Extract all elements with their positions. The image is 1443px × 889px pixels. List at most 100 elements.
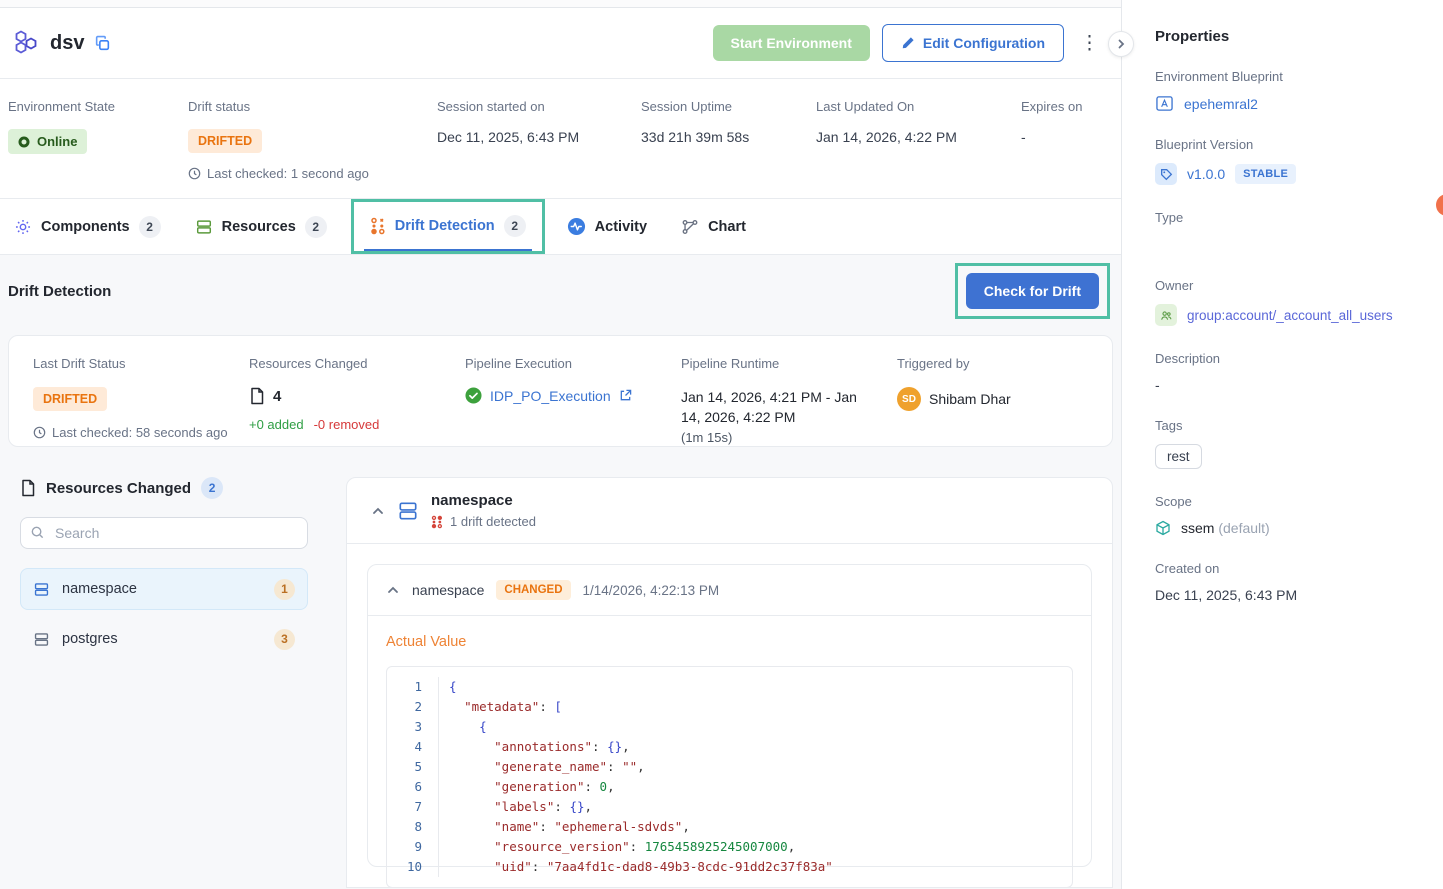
- search-icon: [30, 525, 45, 540]
- last-drift-status-label: Last Drift Status: [33, 356, 249, 371]
- updated-value: Jan 14, 2026, 4:22 PM: [816, 129, 1021, 145]
- tab-components[interactable]: Components 2: [8, 199, 167, 254]
- tag-icon: [1155, 163, 1177, 185]
- resource-item-namespace[interactable]: namespace 1: [20, 568, 308, 610]
- tab-bar: Components 2 Resources 2 Drift Detection…: [0, 199, 1121, 255]
- start-environment-button[interactable]: Start Environment: [713, 25, 870, 61]
- pipeline-execution-link[interactable]: IDP_PO_Execution: [490, 388, 611, 404]
- online-dot-icon: [18, 136, 30, 148]
- gear-icon: [14, 218, 32, 236]
- drift-icon: [431, 515, 443, 529]
- pipeline-runtime-value: Jan 14, 2026, 4:21 PM - Jan 14, 2026, 4:…: [681, 387, 863, 428]
- drift-section-title: Drift Detection: [8, 283, 111, 300]
- prop-blueprint-version: Blueprint Version v1.0.0 STABLE: [1155, 137, 1423, 185]
- prop-tags: Tags rest: [1155, 418, 1423, 469]
- detail-card-body: namespace CHANGED 1/14/2026, 4:22:13 PM …: [347, 544, 1112, 887]
- prop-blueprint-label: Environment Blueprint: [1155, 69, 1423, 84]
- prop-owner-link[interactable]: group:account/_account_all_users: [1187, 308, 1393, 323]
- prop-environment-blueprint: Environment Blueprint epehemral2: [1155, 69, 1423, 112]
- chevron-up-icon[interactable]: [371, 504, 385, 518]
- cube-icon: [1155, 520, 1171, 536]
- drift-detection-content: Drift Detection Check for Drift Last Dri…: [0, 255, 1121, 889]
- uptime-field: Session Uptime 33d 21h 39m 58s: [641, 99, 816, 198]
- page-title: dsv: [50, 32, 84, 55]
- prop-blueprint-link[interactable]: epehemral2: [1184, 96, 1258, 112]
- drift-status-field: Drift status DRIFTED Last checked: 1 sec…: [188, 99, 437, 198]
- prop-description: Description -: [1155, 351, 1423, 393]
- tab-resources[interactable]: Resources 2: [189, 199, 333, 254]
- prop-version-link[interactable]: v1.0.0: [1187, 166, 1225, 182]
- prop-created-value: Dec 11, 2025, 6:43 PM: [1155, 587, 1423, 603]
- properties-title: Properties: [1155, 28, 1423, 45]
- session-start-value: Dec 11, 2025, 6:43 PM: [437, 129, 641, 145]
- tab-activity[interactable]: Activity: [561, 199, 653, 254]
- tab-drift-detection[interactable]: Drift Detection 2: [364, 202, 532, 251]
- drift-detected-text: 1 drift detected: [450, 514, 536, 529]
- resource-item-name: namespace: [62, 581, 262, 597]
- actual-value-title: Actual Value: [386, 634, 1073, 650]
- tab-drift-detection-count: 2: [504, 215, 526, 237]
- code-line: 9 "resource_version": 176545892524500700…: [387, 837, 1072, 857]
- drift-tab-annotation-box: Drift Detection 2: [351, 199, 545, 254]
- drift-detected-row: 1 drift detected: [431, 514, 536, 529]
- env-state-label: Environment State: [8, 99, 188, 114]
- drift-section-header: Drift Detection Check for Drift: [8, 265, 1113, 317]
- expires-field: Expires on -: [1021, 99, 1082, 198]
- resource-item-postgres[interactable]: postgres 3: [20, 618, 308, 660]
- more-options-button[interactable]: ⋮: [1080, 34, 1099, 53]
- chevron-up-icon[interactable]: [386, 583, 400, 597]
- code-line: 7 "labels": {},: [387, 797, 1072, 817]
- search-input[interactable]: [20, 517, 308, 549]
- document-icon: [20, 479, 36, 497]
- resource-stack-icon: [397, 500, 419, 522]
- document-icon: [249, 387, 265, 405]
- resources-icon: [195, 218, 213, 236]
- stable-badge: STABLE: [1235, 164, 1296, 184]
- code-line: 1{: [387, 677, 1072, 697]
- pipeline-runtime-col: Pipeline Runtime Jan 14, 2026, 4:21 PM -…: [681, 356, 897, 446]
- prop-owner: Owner group:account/_account_all_users: [1155, 278, 1423, 326]
- external-link-icon[interactable]: [619, 389, 632, 402]
- pipeline-runtime-label: Pipeline Runtime: [681, 356, 897, 371]
- last-checked-row: Last checked: 58 seconds ago: [33, 425, 249, 440]
- online-status-badge: Online: [8, 129, 87, 154]
- change-card-header: namespace CHANGED 1/14/2026, 4:22:13 PM: [368, 565, 1091, 616]
- prop-created-label: Created on: [1155, 561, 1423, 576]
- resource-item-count: 3: [274, 629, 295, 650]
- expires-label: Expires on: [1021, 99, 1082, 114]
- added-count: +0 added: [249, 417, 304, 432]
- lower-split: Resources Changed 2 namespace 1 po: [8, 477, 1113, 888]
- pipeline-execution-label: Pipeline Execution: [465, 356, 681, 371]
- chart-icon: [681, 218, 699, 236]
- clock-icon: [33, 426, 46, 439]
- change-timestamp: 1/14/2026, 4:22:13 PM: [583, 583, 720, 598]
- code-line: 4 "annotations": {},: [387, 737, 1072, 757]
- prop-scope: Scope ssem (default): [1155, 494, 1423, 536]
- code-line: 5 "generate_name": "",: [387, 757, 1072, 777]
- drift-last-checked: Last checked: 1 second ago: [188, 166, 437, 181]
- prop-description-label: Description: [1155, 351, 1423, 366]
- code-line: 6 "generation": 0,: [387, 777, 1072, 797]
- change-card-body: Actual Value 1{2 "metadata": [3 {4 "anno…: [368, 616, 1091, 887]
- edit-configuration-label: Edit Configuration: [923, 35, 1045, 51]
- group-icon: [1155, 304, 1177, 326]
- copy-icon[interactable]: [94, 35, 111, 52]
- tab-chart[interactable]: Chart: [675, 199, 752, 254]
- check-for-drift-button[interactable]: Check for Drift: [966, 273, 1099, 309]
- uptime-label: Session Uptime: [641, 99, 816, 114]
- tab-chart-label: Chart: [708, 219, 746, 235]
- sidebar-collapse-button[interactable]: [1108, 31, 1134, 57]
- edit-configuration-button[interactable]: Edit Configuration: [882, 24, 1064, 62]
- prop-scope-label: Scope: [1155, 494, 1423, 509]
- resources-changed-panel: Resources Changed 2 namespace 1 po: [8, 477, 308, 888]
- session-start-label: Session started on: [437, 99, 641, 114]
- pencil-icon: [901, 36, 915, 50]
- tab-components-count: 2: [139, 216, 161, 238]
- top-strip: [0, 0, 1121, 8]
- tab-activity-label: Activity: [595, 219, 647, 235]
- code-line: 8 "name": "ephemeral-sdvds",: [387, 817, 1072, 837]
- code-line: 2 "metadata": [: [387, 697, 1072, 717]
- change-card: namespace CHANGED 1/14/2026, 4:22:13 PM …: [367, 564, 1092, 867]
- detail-card-header: namespace 1 drift detected: [347, 478, 1112, 544]
- success-check-icon: [465, 387, 482, 404]
